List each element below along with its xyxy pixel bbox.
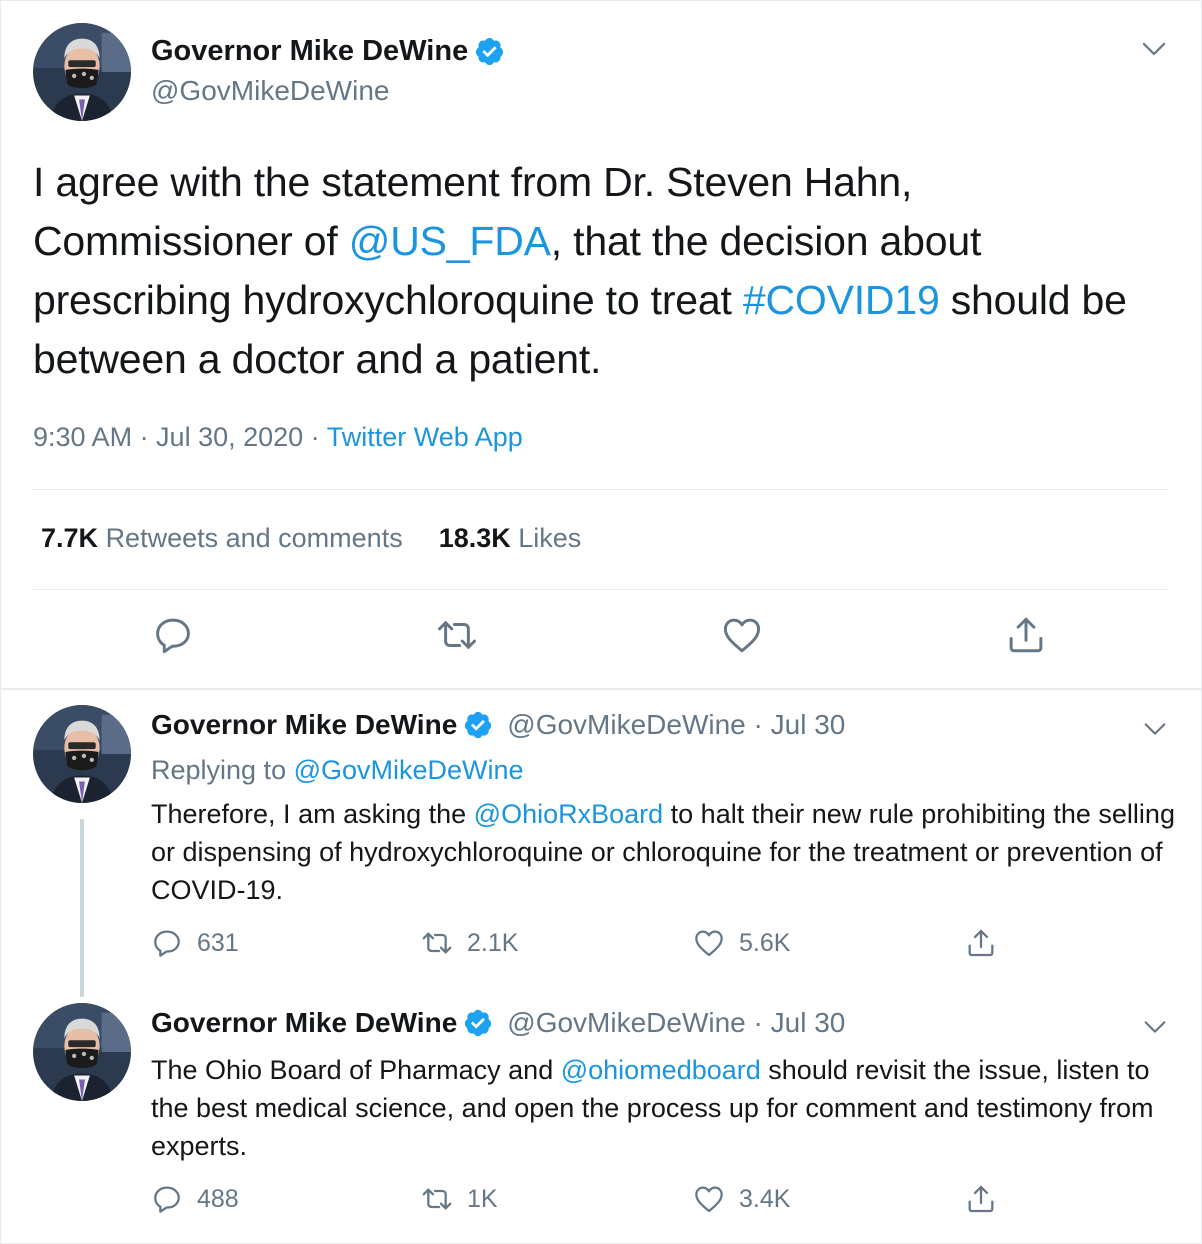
chevron-down-icon[interactable] (1141, 1013, 1169, 1041)
verified-badge-icon (463, 710, 493, 740)
author-name[interactable]: Governor Mike DeWine (151, 709, 457, 741)
reply-header: Governor Mike DeWine @GovMikeDeWine · Ju… (151, 1007, 845, 1039)
avatar[interactable] (33, 23, 131, 121)
likes-count-link[interactable]: 18.3K Likes (439, 523, 582, 553)
reply-button[interactable]: 631 (151, 927, 239, 959)
engagement-counts: 7.7K Retweets and comments 18.3K Likes (41, 523, 581, 554)
share-icon (1005, 614, 1047, 656)
likes-label: Likes (518, 523, 582, 553)
mention-link[interactable]: @US_FDA (349, 218, 551, 264)
replying-to-label: Replying to (151, 755, 294, 785)
reply-icon (151, 1183, 183, 1215)
share-icon (965, 1183, 997, 1215)
reply-action-bar: 488 1K 3.4K (151, 1183, 1031, 1223)
tweet-text: I agree with the statement from Dr. Stev… (33, 153, 1153, 389)
like-icon (721, 614, 763, 656)
reply-text-part: The Ohio Board of Pharmacy and (151, 1055, 561, 1085)
divider (33, 489, 1169, 490)
author-name[interactable]: Governor Mike DeWine (151, 1007, 457, 1039)
replying-to: Replying to @GovMikeDeWine (151, 755, 524, 786)
verified-badge-icon (474, 36, 505, 67)
avatar[interactable] (33, 1003, 131, 1101)
author-name[interactable]: Governor Mike DeWine (151, 35, 505, 68)
retweet-count: 2.1K (467, 928, 519, 957)
tweet-timestamp: 9:30 AM · Jul 30, 2020 · Twitter Web App (33, 422, 523, 453)
reply-button[interactable] (151, 613, 195, 657)
likes-count: 18.3K (438, 523, 511, 553)
avatar-image (33, 23, 131, 121)
avatar-image (33, 705, 131, 803)
reply-action-bar: 631 2.1K 5.6K (151, 927, 1031, 967)
divider (33, 589, 1169, 590)
author-handle-date[interactable]: @GovMikeDeWine · Jul 30 (507, 1007, 845, 1039)
author-name-text: Governor Mike DeWine (151, 35, 469, 67)
retweet-count: 1K (467, 1184, 498, 1213)
reply-tweet[interactable]: Governor Mike DeWine @GovMikeDeWine · Ju… (1, 691, 1201, 991)
retweets-label: Retweets and comments (105, 523, 403, 553)
mention-link[interactable]: @OhioRxBoard (474, 799, 664, 829)
avatar-image (33, 1003, 131, 1101)
chevron-down-icon[interactable] (1139, 34, 1169, 64)
share-button[interactable] (1004, 613, 1048, 657)
main-tweet[interactable]: Governor Mike DeWine @GovMikeDeWine I ag… (1, 1, 1201, 690)
retweet-icon (421, 1183, 453, 1215)
timestamp-text[interactable]: 9:30 AM · Jul 30, 2020 · (33, 422, 327, 452)
retweet-button[interactable]: 2.1K (421, 927, 518, 959)
reply-count: 631 (197, 928, 239, 957)
share-button[interactable] (965, 927, 1011, 959)
author-handle[interactable]: @GovMikeDeWine (151, 75, 389, 107)
verified-badge-icon (463, 1008, 493, 1038)
replying-to-handle[interactable]: @GovMikeDeWine (294, 755, 524, 785)
share-icon (965, 927, 997, 959)
retweet-icon (436, 614, 478, 656)
reply-icon (152, 614, 194, 656)
reply-text-part: Therefore, I am asking the (151, 799, 474, 829)
hashtag-link[interactable]: #COVID19 (743, 277, 940, 323)
like-icon (693, 927, 725, 959)
reply-button[interactable]: 488 (151, 1183, 239, 1215)
like-button[interactable]: 5.6K (693, 927, 790, 959)
main-action-bar (1, 613, 1201, 663)
like-button[interactable]: 3.4K (693, 1183, 790, 1215)
like-count: 3.4K (739, 1184, 791, 1213)
source-link[interactable]: Twitter Web App (327, 422, 523, 452)
chevron-down-icon[interactable] (1141, 715, 1169, 743)
like-count: 5.6K (739, 928, 791, 957)
retweet-button[interactable]: 1K (421, 1183, 498, 1215)
retweet-icon (421, 927, 453, 959)
author-handle-date[interactable]: @GovMikeDeWine · Jul 30 (507, 709, 845, 741)
reply-text: The Ohio Board of Pharmacy and @ohiomedb… (151, 1051, 1181, 1165)
tweet-thread-card: Governor Mike DeWine @GovMikeDeWine I ag… (0, 0, 1202, 1244)
like-icon (693, 1183, 725, 1215)
reply-header: Governor Mike DeWine @GovMikeDeWine · Ju… (151, 709, 845, 741)
reply-icon (151, 927, 183, 959)
retweets-count: 7.7K (41, 523, 99, 553)
retweet-button[interactable] (435, 613, 479, 657)
reply-text: Therefore, I am asking the @OhioRxBoard … (151, 795, 1181, 909)
share-button[interactable] (965, 1183, 1011, 1215)
mention-link[interactable]: @ohiomedboard (561, 1055, 761, 1085)
avatar[interactable] (33, 705, 131, 803)
retweets-count-link[interactable]: 7.7K Retweets and comments (41, 523, 403, 553)
reply-count: 488 (197, 1184, 239, 1213)
reply-tweet[interactable]: Governor Mike DeWine @GovMikeDeWine · Ju… (1, 991, 1201, 1243)
like-button[interactable] (720, 613, 764, 657)
